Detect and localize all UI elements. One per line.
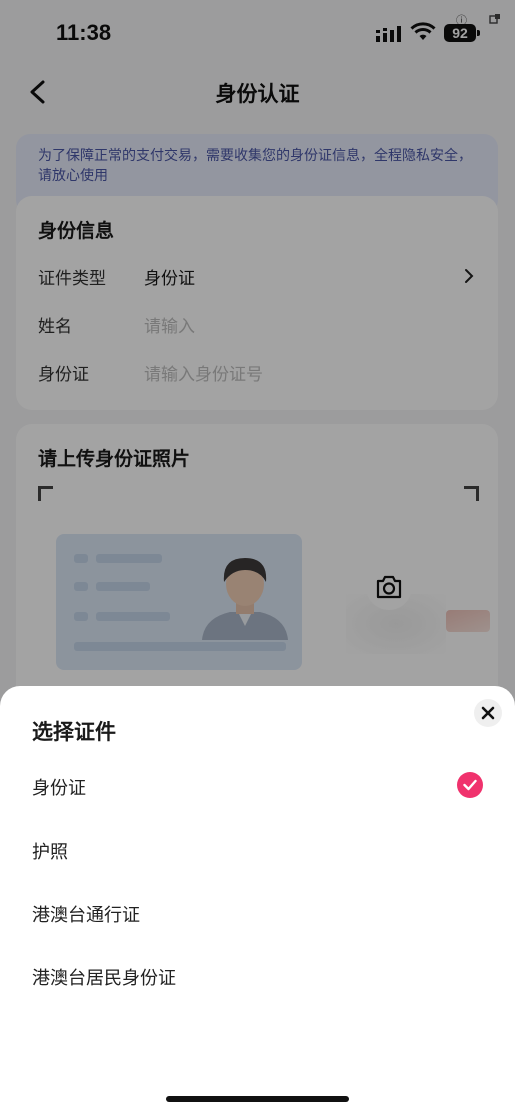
sheet-option-id-card[interactable]: 身份证 — [32, 766, 483, 806]
sheet-title: 选择证件 — [32, 720, 116, 744]
checkmark-icon — [457, 772, 483, 798]
close-icon — [481, 706, 495, 720]
option-label: 港澳台居民身份证 — [32, 968, 176, 989]
document-type-sheet: 选择证件 身份证 护照 港澳台通行证 港澳台居民身份证 — [0, 686, 515, 1114]
home-indicator[interactable] — [166, 1096, 349, 1102]
option-label: 身份证 — [32, 778, 86, 799]
sheet-option-hk-macau-taiwan-resident-id[interactable]: 港澳台居民身份证 — [32, 956, 482, 996]
option-label: 港澳台通行证 — [32, 905, 140, 926]
sheet-option-hk-macau-taiwan-permit[interactable]: 港澳台通行证 — [32, 893, 482, 933]
close-button[interactable] — [474, 699, 502, 727]
sheet-option-passport[interactable]: 护照 — [32, 830, 482, 870]
option-label: 护照 — [32, 842, 68, 863]
